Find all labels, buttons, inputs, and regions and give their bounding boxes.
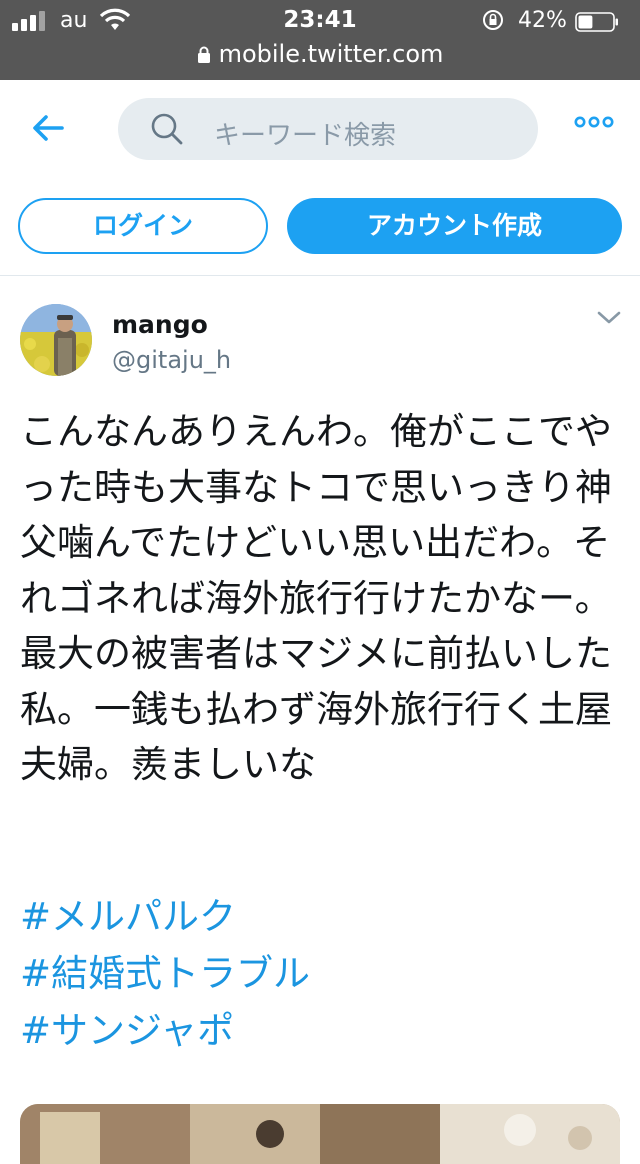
hashtag-link[interactable]: #結婚式トラブル — [20, 945, 620, 1002]
padlock-icon — [197, 46, 210, 63]
media-photo — [20, 1104, 620, 1164]
status-bar: au 23:41 42% mobile.twitter.com — [0, 0, 640, 80]
search-icon — [151, 113, 183, 145]
hashtag-list: #メルパルク #結婚式トラブル #サンジャポ — [20, 888, 620, 1059]
avatar[interactable] — [20, 304, 92, 376]
chevron-down-icon[interactable] — [596, 310, 622, 326]
orientation-lock-icon — [483, 10, 503, 30]
user-handle[interactable]: @gitaju_h — [112, 346, 231, 374]
tweet-media-image[interactable] — [20, 1104, 620, 1164]
search-input[interactable]: キーワード検索 — [118, 98, 538, 160]
back-arrow-icon[interactable] — [28, 108, 68, 148]
signup-button[interactable]: アカウント作成 — [287, 198, 622, 254]
login-button[interactable]: ログイン — [18, 198, 268, 254]
more-options-icon[interactable] — [574, 112, 614, 132]
battery-percent: 42% — [518, 8, 567, 33]
avatar-photo — [20, 304, 92, 376]
search-placeholder: キーワード検索 — [214, 121, 397, 151]
battery-icon — [575, 12, 618, 32]
hashtag-link[interactable]: #サンジャポ — [20, 1002, 620, 1059]
auth-buttons: ログイン アカウント作成 — [0, 198, 640, 256]
header-divider — [0, 275, 640, 276]
url-bar[interactable]: mobile.twitter.com — [0, 40, 640, 72]
hashtag-link[interactable]: #メルパルク — [20, 888, 620, 945]
display-name[interactable]: mango — [112, 310, 208, 339]
tweet-text: こんなんありえんわ。俺がここでやった時も大事なトコで思いっきり神父噛んでたけどい… — [20, 410, 612, 786]
top-navigation: キーワード検索 — [0, 80, 640, 180]
url-text: mobile.twitter.com — [218, 40, 444, 68]
